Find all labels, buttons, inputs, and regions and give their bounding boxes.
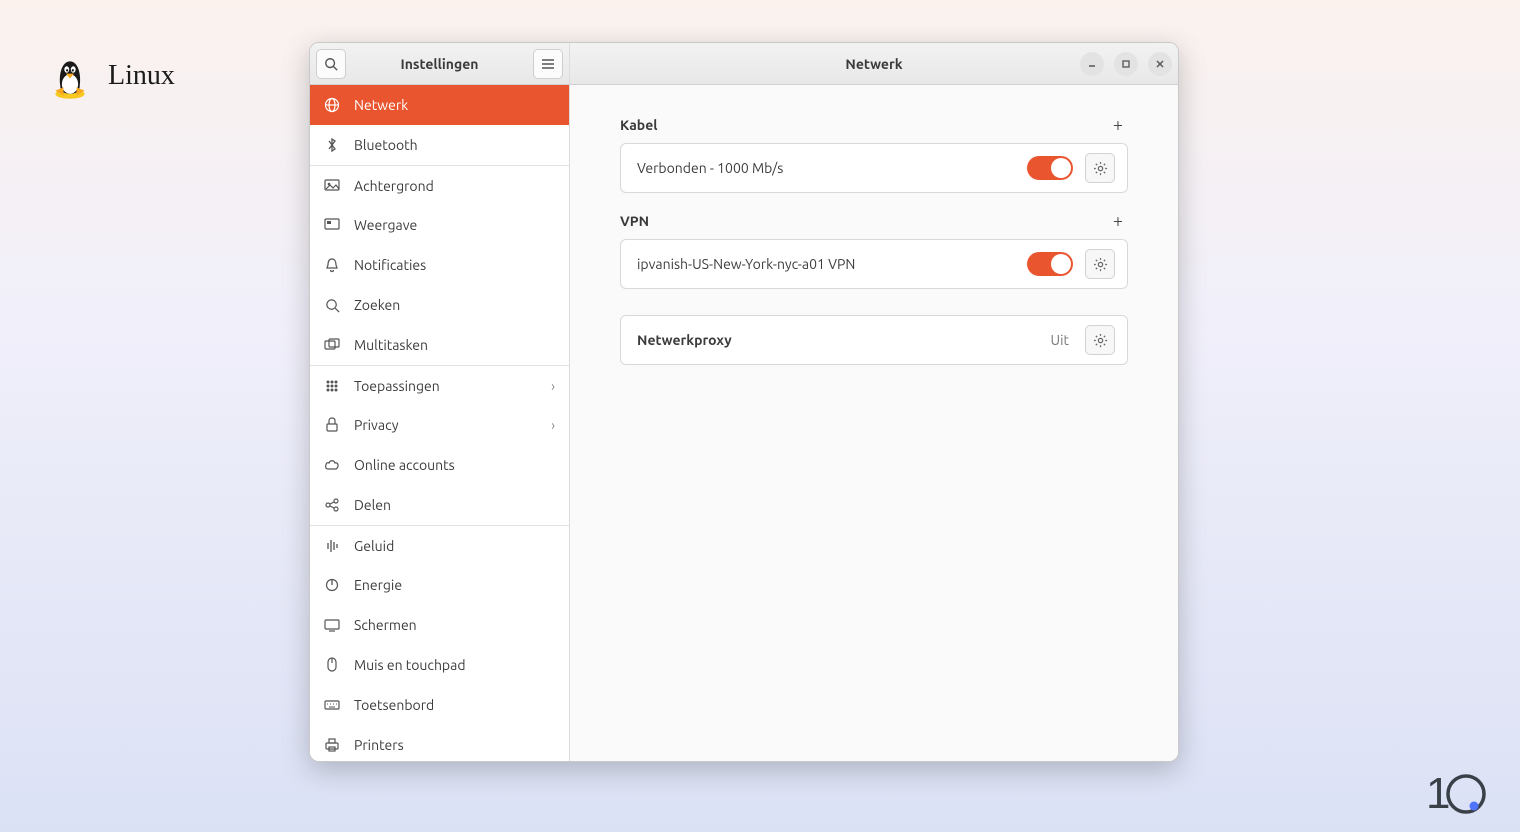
- sidebar-item-label: Delen: [354, 497, 555, 513]
- sidebar-item-netwerk[interactable]: Netwerk: [310, 85, 569, 125]
- sidebar: Instellingen Netwerk Bluetooth Achtergro…: [310, 43, 570, 761]
- sidebar-item-label: Weergave: [354, 217, 555, 233]
- sidebar-item-multitasken[interactable]: Multitasken: [310, 325, 569, 365]
- sidebar-item-privacy[interactable]: Privacy ›: [310, 405, 569, 445]
- printer-icon: [324, 737, 340, 753]
- sidebar-header: Instellingen: [310, 43, 569, 85]
- proxy-status: Uit: [1051, 332, 1069, 348]
- vpn-name: ipvanish-US-New-York-nyc-a01 VPN: [637, 256, 1015, 272]
- watermark: 1: [1426, 768, 1490, 818]
- section-head-kabel: Kabel +: [620, 115, 1128, 135]
- kabel-settings-button[interactable]: [1085, 153, 1115, 183]
- globe-icon: [324, 97, 340, 113]
- sidebar-title: Instellingen: [346, 56, 533, 72]
- appearance-icon: [324, 217, 340, 233]
- sidebar-item-achtergrond[interactable]: Achtergrond: [310, 165, 569, 205]
- proxy-label: Netwerkproxy: [637, 332, 1039, 348]
- main-content: Kabel + Verbonden - 1000 Mb/s VPN + ipva…: [570, 85, 1178, 761]
- sidebar-item-toetsenbord[interactable]: Toetsenbord: [310, 685, 569, 725]
- sidebar-item-label: Energie: [354, 577, 555, 593]
- maximize-icon: [1121, 59, 1131, 69]
- sidebar-item-label: Achtergrond: [354, 178, 555, 194]
- sidebar-item-label: Zoeken: [354, 297, 555, 313]
- watermark-logo-icon: 1: [1426, 768, 1490, 818]
- hamburger-button[interactable]: [533, 49, 563, 79]
- lock-icon: [324, 417, 340, 433]
- sidebar-item-toepassingen[interactable]: Toepassingen ›: [310, 365, 569, 405]
- gear-icon: [1093, 257, 1108, 272]
- sidebar-item-label: Bluetooth: [354, 137, 555, 153]
- add-vpn-button[interactable]: +: [1108, 211, 1128, 231]
- chevron-right-icon: ›: [551, 378, 555, 394]
- sidebar-item-geluid[interactable]: Geluid: [310, 525, 569, 565]
- vpn-toggle[interactable]: [1027, 252, 1073, 276]
- sidebar-item-label: Toepassingen: [354, 378, 537, 394]
- sidebar-item-bluetooth[interactable]: Bluetooth: [310, 125, 569, 165]
- share-icon: [324, 497, 340, 513]
- cloud-icon: [324, 457, 340, 473]
- sidebar-item-label: Netwerk: [354, 97, 555, 113]
- kabel-toggle[interactable]: [1027, 156, 1073, 180]
- chevron-right-icon: ›: [551, 417, 555, 433]
- search-icon: [324, 57, 338, 71]
- proxy-row[interactable]: Netwerkproxy Uit: [620, 315, 1128, 365]
- section-head-vpn: VPN +: [620, 211, 1128, 231]
- window-controls: [1080, 52, 1172, 76]
- maximize-button[interactable]: [1114, 52, 1138, 76]
- kabel-row: Verbonden - 1000 Mb/s: [620, 143, 1128, 193]
- keyboard-icon: [324, 697, 340, 713]
- power-icon: [324, 577, 340, 593]
- sidebar-item-label: Muis en touchpad: [354, 657, 555, 673]
- proxy-settings-button[interactable]: [1085, 325, 1115, 355]
- sidebar-item-zoeken[interactable]: Zoeken: [310, 285, 569, 325]
- section-label: Kabel: [620, 117, 658, 133]
- main-panel: Netwerk Kabel + Verbonden - 1000 Mb/s VP…: [570, 43, 1178, 761]
- minimize-icon: [1087, 59, 1097, 69]
- sidebar-item-label: Notificaties: [354, 257, 555, 273]
- sidebar-item-label: Online accounts: [354, 457, 555, 473]
- sidebar-item-delen[interactable]: Delen: [310, 485, 569, 525]
- section-label: VPN: [620, 213, 649, 229]
- bell-icon: [324, 257, 340, 273]
- sidebar-item-label: Toetsenbord: [354, 697, 555, 713]
- sidebar-item-printers[interactable]: Printers: [310, 725, 569, 761]
- sidebar-item-label: Privacy: [354, 417, 537, 433]
- wallpaper-icon: [324, 178, 340, 194]
- vpn-settings-button[interactable]: [1085, 249, 1115, 279]
- close-button[interactable]: [1148, 52, 1172, 76]
- vpn-row: ipvanish-US-New-York-nyc-a01 VPN: [620, 239, 1128, 289]
- sidebar-item-schermen[interactable]: Schermen: [310, 605, 569, 645]
- linux-badge: Linux: [44, 50, 175, 102]
- hamburger-icon: [541, 58, 555, 70]
- add-kabel-button[interactable]: +: [1108, 115, 1128, 135]
- search-button[interactable]: [316, 49, 346, 79]
- close-icon: [1155, 59, 1165, 69]
- kabel-status: Verbonden - 1000 Mb/s: [637, 160, 1015, 176]
- sound-icon: [324, 538, 340, 554]
- sidebar-item-label: Multitasken: [354, 337, 555, 353]
- sidebar-item-online-accounts[interactable]: Online accounts: [310, 445, 569, 485]
- settings-window: Instellingen Netwerk Bluetooth Achtergro…: [309, 42, 1179, 762]
- apps-icon: [324, 378, 340, 394]
- sidebar-item-label: Printers: [354, 737, 555, 753]
- sidebar-list: Netwerk Bluetooth Achtergrond Weergave N…: [310, 85, 569, 761]
- linux-label: Linux: [108, 60, 175, 92]
- displays-icon: [324, 617, 340, 633]
- tux-icon: [44, 50, 96, 102]
- mouse-icon: [324, 657, 340, 673]
- sidebar-item-notificaties[interactable]: Notificaties: [310, 245, 569, 285]
- minimize-button[interactable]: [1080, 52, 1104, 76]
- sidebar-item-label: Geluid: [354, 538, 555, 554]
- bluetooth-icon: [324, 137, 340, 153]
- sidebar-item-muis[interactable]: Muis en touchpad: [310, 645, 569, 685]
- gear-icon: [1093, 333, 1108, 348]
- multitask-icon: [324, 337, 340, 353]
- sidebar-item-energie[interactable]: Energie: [310, 565, 569, 605]
- sidebar-item-weergave[interactable]: Weergave: [310, 205, 569, 245]
- gear-icon: [1093, 161, 1108, 176]
- search-icon: [324, 297, 340, 313]
- sidebar-item-label: Schermen: [354, 617, 555, 633]
- main-header: Netwerk: [570, 43, 1178, 85]
